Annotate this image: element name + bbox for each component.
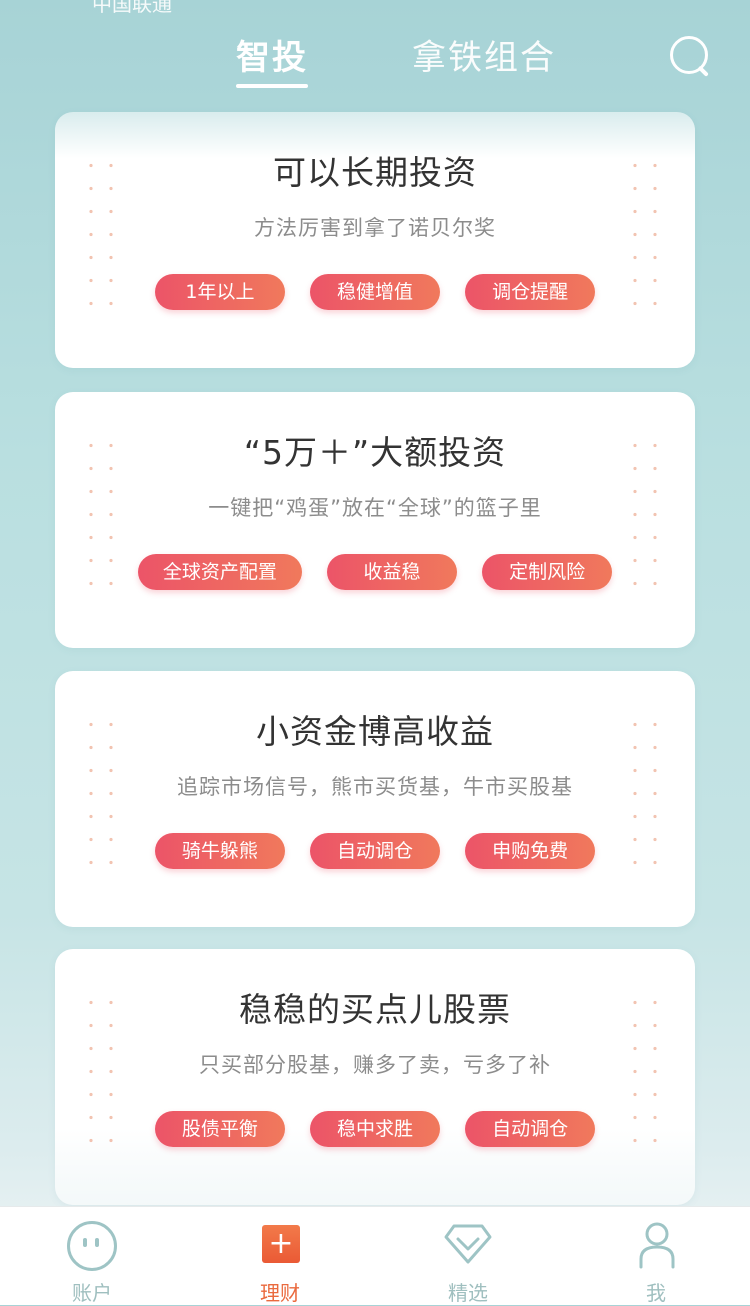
tab-smart-invest[interactable]: 智投 <box>236 30 308 90</box>
nav-label: 账户 <box>72 1281 112 1305</box>
card-steady-stocks[interactable]: 稳稳的买点儿股票 只买部分股基，赚多了卖，亏多了补 股债平衡 稳中求胜 自动调仓 <box>55 949 695 1205</box>
card-subtitle: 追踪市场信号，熊市买货基，牛市买股基 <box>177 775 573 799</box>
tag-row: 全球资产配置 收益稳 定制风险 <box>55 554 695 590</box>
tag-pill: 申购免费 <box>465 833 596 869</box>
bottom-nav: 账户 + 理财 精选 我 <box>0 1206 750 1305</box>
tab-label: 拿铁组合 <box>412 38 556 78</box>
tag-pill: 股债平衡 <box>154 1111 285 1147</box>
gem-icon <box>443 1221 493 1271</box>
card-subtitle: 一键把“鸡蛋”放在“全球”的篮子里 <box>208 496 542 520</box>
tag-pill: 1年以上 <box>154 274 285 310</box>
active-tab-underline <box>236 84 308 88</box>
card-small-capital[interactable]: 小资金博高收益 追踪市场信号，熊市买货基，牛市买股基 骑牛躲熊 自动调仓 申购免… <box>55 671 695 927</box>
tag-pill: 调仓提醒 <box>465 274 596 310</box>
tag-pill: 全球资产配置 <box>137 554 302 590</box>
tag-pill: 骑牛躲熊 <box>154 833 285 869</box>
nav-label: 理财 <box>260 1281 300 1305</box>
plus-icon: + <box>255 1221 305 1271</box>
nav-label: 我 <box>646 1281 666 1305</box>
card-title: 可以长期投资 <box>273 153 477 192</box>
card-large-investment[interactable]: “5万＋”大额投资 一键把“鸡蛋”放在“全球”的篮子里 全球资产配置 收益稳 定… <box>55 392 695 648</box>
card-subtitle: 方法厉害到拿了诺贝尔奖 <box>254 216 496 240</box>
nav-label: 精选 <box>448 1281 488 1305</box>
account-icon <box>67 1221 117 1271</box>
nav-wealth[interactable]: + 理财 <box>220 1207 340 1305</box>
tag-row: 骑牛躲熊 自动调仓 申购免费 <box>55 833 695 869</box>
user-icon <box>631 1221 681 1271</box>
card-title: 稳稳的买点儿股票 <box>239 990 511 1029</box>
card-title: 小资金博高收益 <box>256 712 494 751</box>
header: 智投 拿铁组合 <box>0 0 750 110</box>
tag-pill: 定制风险 <box>482 554 613 590</box>
nav-me[interactable]: 我 <box>596 1207 716 1305</box>
tag-row: 股债平衡 稳中求胜 自动调仓 <box>55 1111 695 1147</box>
tag-pill: 稳中求胜 <box>310 1111 440 1147</box>
tag-row: 1年以上 稳健增值 调仓提醒 <box>55 274 695 310</box>
tab-latte-portfolio[interactable]: 拿铁组合 <box>412 30 556 90</box>
card-title: “5万＋”大额投资 <box>243 433 507 472</box>
tag-pill: 收益稳 <box>327 554 457 590</box>
card-subtitle: 只买部分股基，赚多了卖，亏多了补 <box>199 1053 551 1077</box>
nav-account[interactable]: 账户 <box>32 1207 152 1305</box>
tag-pill: 稳健增值 <box>310 274 440 310</box>
card-long-term[interactable]: 可以长期投资 方法厉害到拿了诺贝尔奖 1年以上 稳健增值 调仓提醒 <box>55 112 695 368</box>
tag-pill: 自动调仓 <box>465 1111 596 1147</box>
nav-featured[interactable]: 精选 <box>408 1207 528 1305</box>
tab-label: 智投 <box>236 38 308 78</box>
search-icon[interactable] <box>668 34 712 78</box>
tag-pill: 自动调仓 <box>310 833 440 869</box>
